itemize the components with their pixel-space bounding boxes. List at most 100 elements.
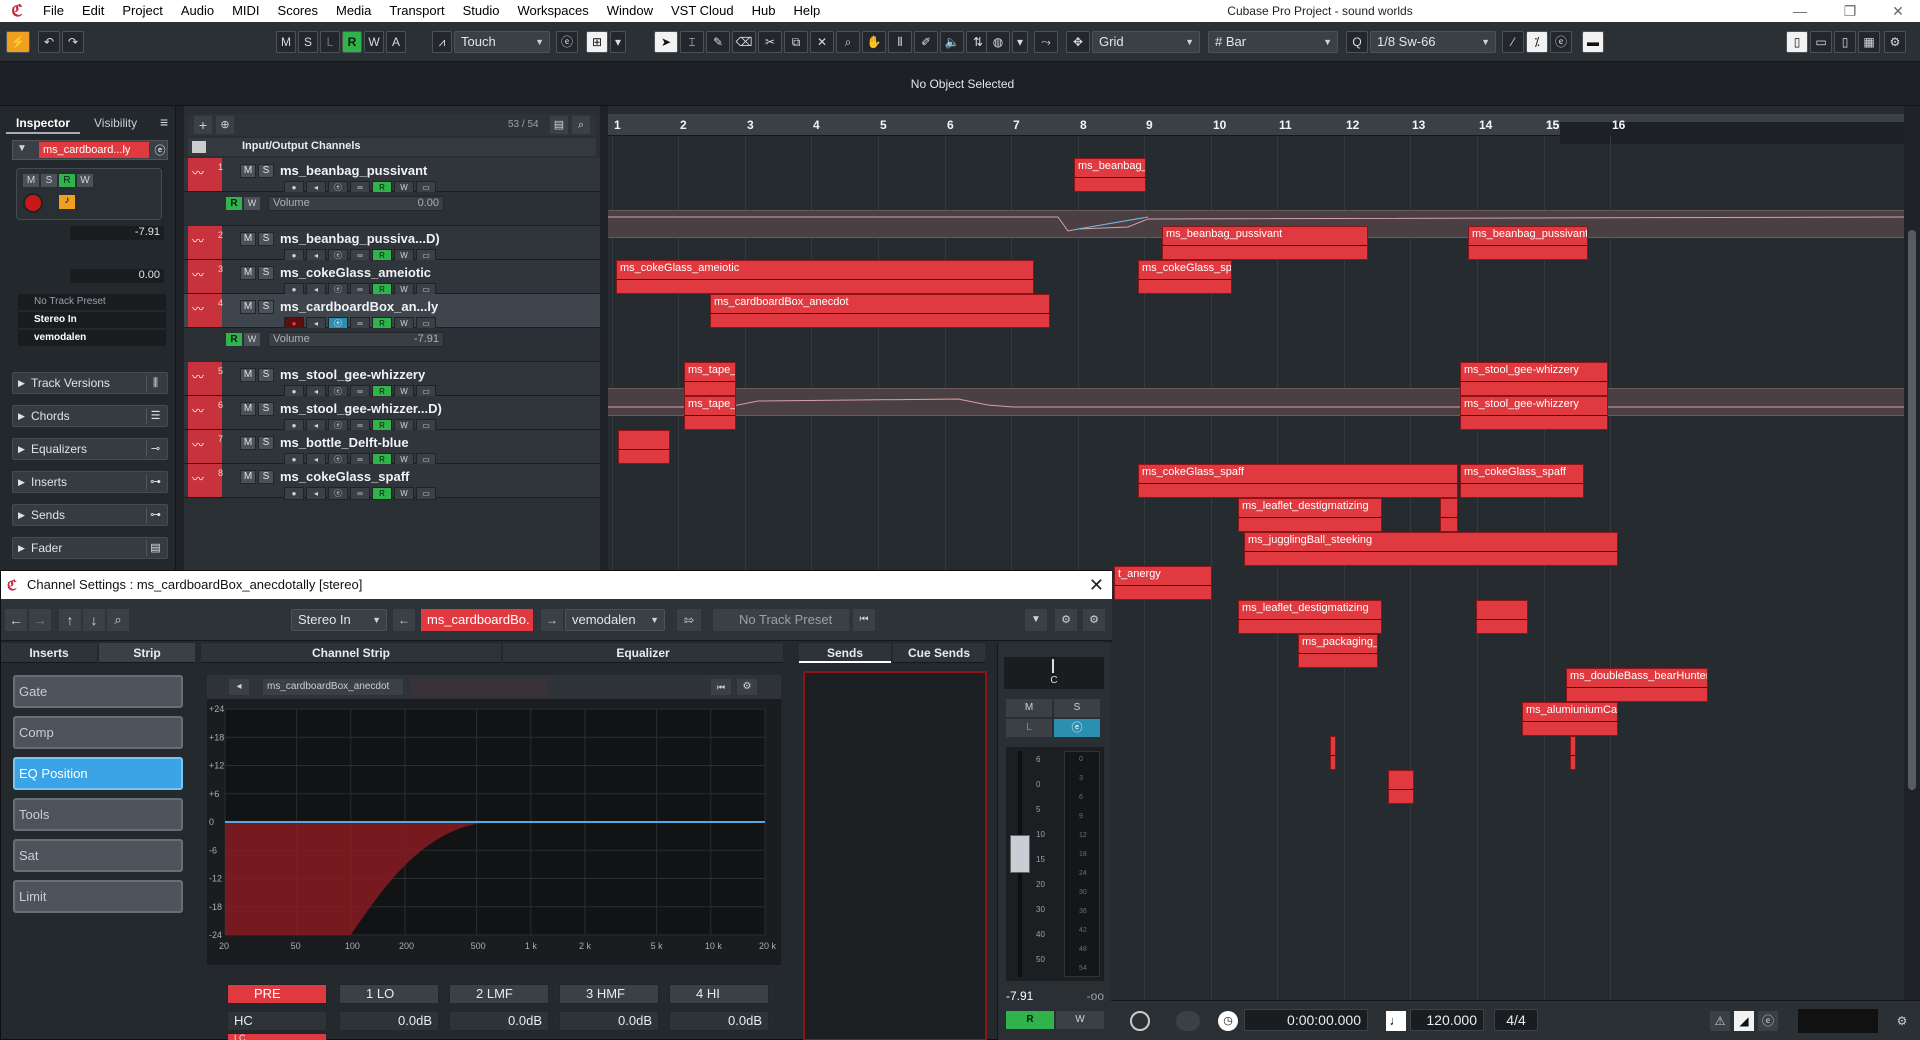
strip-module-button[interactable]: Comp — [13, 716, 183, 749]
automation-mode-select[interactable]: Touch ▼ — [454, 31, 550, 53]
inspector-read-button[interactable]: R — [59, 174, 75, 187]
show-right-zone-icon[interactable]: ▯ — [1834, 31, 1856, 53]
back-arrow-icon[interactable]: ← — [5, 609, 27, 631]
mute-tool-icon[interactable]: ✕ — [810, 31, 834, 53]
tempo-track-icon[interactable]: ♩ — [1386, 1011, 1406, 1031]
audio-event[interactable]: ms_beanbag_pussivant — [1162, 226, 1368, 260]
audio-event[interactable] — [1388, 770, 1414, 804]
write-all-button[interactable]: W — [364, 31, 384, 53]
color-tool-icon[interactable]: ◍ — [986, 31, 1010, 53]
eq-band-gain[interactable]: 0.0dB — [669, 1011, 769, 1031]
channel-name-field[interactable]: ms_cardboardBo. — [421, 609, 533, 631]
signature-display[interactable]: 4/4 — [1494, 1009, 1538, 1031]
fader-mute-button[interactable]: M — [1006, 699, 1052, 717]
edit-tempo-icon[interactable]: ⓔ — [1758, 1011, 1778, 1031]
lane-read-button[interactable]: R — [226, 333, 242, 346]
lane-read-button[interactable]: R — [226, 197, 242, 210]
edit-channel-icon[interactable]: ⓔ — [328, 487, 348, 500]
menu-project[interactable]: Project — [113, 0, 171, 22]
channel-preset-select[interactable]: No Track Preset — [713, 609, 849, 631]
inspector-write-button[interactable]: W — [77, 174, 93, 187]
inspector-solo-button[interactable]: S — [41, 174, 57, 187]
eq-band-header[interactable]: 3 HMF — [559, 984, 659, 1004]
track-solo-button[interactable]: S — [258, 164, 274, 178]
audio-event[interactable]: ms_alumiuniumCan — [1522, 702, 1618, 736]
search-icon[interactable]: ⌕ — [107, 609, 129, 631]
menu-midi[interactable]: MIDI — [223, 0, 268, 22]
vertical-scrollbar[interactable] — [1904, 106, 1920, 986]
read-automation-button[interactable]: R — [372, 487, 392, 500]
section-sends[interactable]: ▶ Sends ⊶ — [12, 504, 168, 526]
fader-value[interactable]: -7.91 — [1006, 987, 1054, 1005]
listen-button[interactable]: L — [320, 31, 340, 53]
audio-event[interactable]: ms_stool_gee-whizzery — [1460, 362, 1608, 396]
audio-event[interactable] — [1330, 736, 1336, 770]
lane-write-button[interactable]: W — [244, 197, 260, 210]
monitor-icon[interactable]: ♪ — [59, 195, 75, 209]
menu-file[interactable]: File — [34, 0, 73, 22]
audio-event[interactable]: ms_cokeGlass_spa — [1138, 260, 1232, 294]
fader-handle[interactable] — [1010, 835, 1030, 873]
tab-strip[interactable]: Strip — [99, 643, 195, 663]
track-name[interactable]: ms_beanbag_pussivant — [280, 163, 427, 178]
previous-channel-icon[interactable]: ↑ — [59, 609, 81, 631]
strip-module-button[interactable]: Limit — [13, 880, 183, 913]
record-enable-icon[interactable] — [23, 193, 43, 213]
glue-tool-icon[interactable]: ⧉ — [784, 31, 808, 53]
audio-event[interactable]: ms_doubleBass_bearHunter — [1566, 668, 1708, 702]
eq-band-header[interactable]: 1 LO — [339, 984, 439, 1004]
track-name[interactable]: ms_cokeGlass_ameiotic — [280, 265, 431, 280]
iterative-quantize-icon[interactable]: ⁄ — [1502, 31, 1524, 53]
auto-scroll-icon[interactable]: ⤳ — [1034, 31, 1058, 53]
forward-arrow-icon[interactable]: → — [29, 609, 51, 631]
pan-control[interactable]: C — [1004, 657, 1104, 689]
quantize-edit-icon[interactable]: ⓔ — [1550, 31, 1572, 53]
track-filter-icon[interactable]: ▤ — [550, 116, 568, 134]
restore-icon[interactable]: ❐ — [1830, 0, 1870, 22]
setup-gear-icon[interactable]: ⚙ — [1884, 31, 1906, 53]
grid-value-select[interactable]: # Bar ▼ — [1208, 31, 1338, 53]
audio-event[interactable]: ms_cokeGlass_ameiotic — [616, 260, 1034, 294]
track-mute-button[interactable]: M — [240, 436, 256, 450]
channel-strip-header[interactable]: Channel Strip — [201, 643, 501, 663]
track-mute-button[interactable]: M — [240, 266, 256, 280]
window-menu-icon[interactable]: ▼ — [1025, 609, 1047, 631]
click-icon[interactable]: ◢ — [1734, 1011, 1754, 1031]
time-warp-tool-icon[interactable]: ⫴ — [888, 31, 912, 53]
menu-workspaces[interactable]: Workspaces — [508, 0, 597, 22]
read-all-button[interactable]: R — [342, 31, 362, 53]
track-row[interactable]: 〰 2 M Sms_beanbag_pussiva...D) ● ◂ ⓔ ∞ R W ▭ — [184, 226, 600, 262]
high-cut-toggle[interactable]: HC — [227, 1011, 327, 1031]
erase-tool-icon[interactable]: ⌫ — [732, 31, 756, 53]
eq-band-gain[interactable]: 0.0dB — [339, 1011, 439, 1031]
toolbar-settings-icon[interactable]: ▬ — [1582, 31, 1604, 53]
track-mute-button[interactable]: M — [240, 368, 256, 382]
constrain-delay-icon[interactable]: ⚡ — [6, 31, 30, 53]
draw-tool-icon[interactable]: ✐ — [914, 31, 938, 53]
track-row[interactable]: 〰 3 M Sms_cokeGlass_ameiotic ● ◂ ⓔ ∞ R W ▭ — [184, 260, 600, 296]
output-routing-select[interactable]: vemodalen — [18, 330, 166, 346]
automation-mode-icon[interactable]: ⩘ — [432, 31, 452, 53]
strip-module-button[interactable]: Sat — [13, 839, 183, 872]
track-solo-button[interactable]: S — [258, 470, 274, 484]
section-chords[interactable]: ▶ Chords ☰ — [12, 405, 168, 427]
track-versions-icon[interactable]: ▭ — [416, 487, 436, 500]
redo-icon[interactable]: ↷ — [62, 31, 84, 53]
show-left-zone-icon[interactable]: ▯ — [1786, 31, 1808, 53]
add-track-folder-icon[interactable]: ⊕ — [216, 116, 234, 134]
track-name[interactable]: ms_bottle_Delft-blue — [280, 435, 409, 450]
track-mute-button[interactable]: M — [240, 402, 256, 416]
menu-help[interactable]: Help — [785, 0, 830, 22]
automation-lane-track-4[interactable] — [608, 388, 1904, 416]
menu-transport[interactable]: Transport — [380, 0, 453, 22]
track-solo-button[interactable]: S — [258, 266, 274, 280]
hand-tool-icon[interactable]: ✋ — [862, 31, 886, 53]
write-automation-button[interactable]: W — [394, 487, 414, 500]
tab-visibility[interactable]: Visibility — [84, 112, 147, 134]
track-solo-button[interactable]: S — [258, 436, 274, 450]
split-tool-icon[interactable]: ✎ — [706, 31, 730, 53]
track-name[interactable]: ms_cardboardBox_an...ly — [280, 299, 438, 314]
sends-list[interactable] — [803, 671, 987, 1040]
tab-inspector[interactable]: Inspector — [6, 112, 81, 134]
inspector-volume[interactable]: -7.91 — [70, 226, 164, 240]
